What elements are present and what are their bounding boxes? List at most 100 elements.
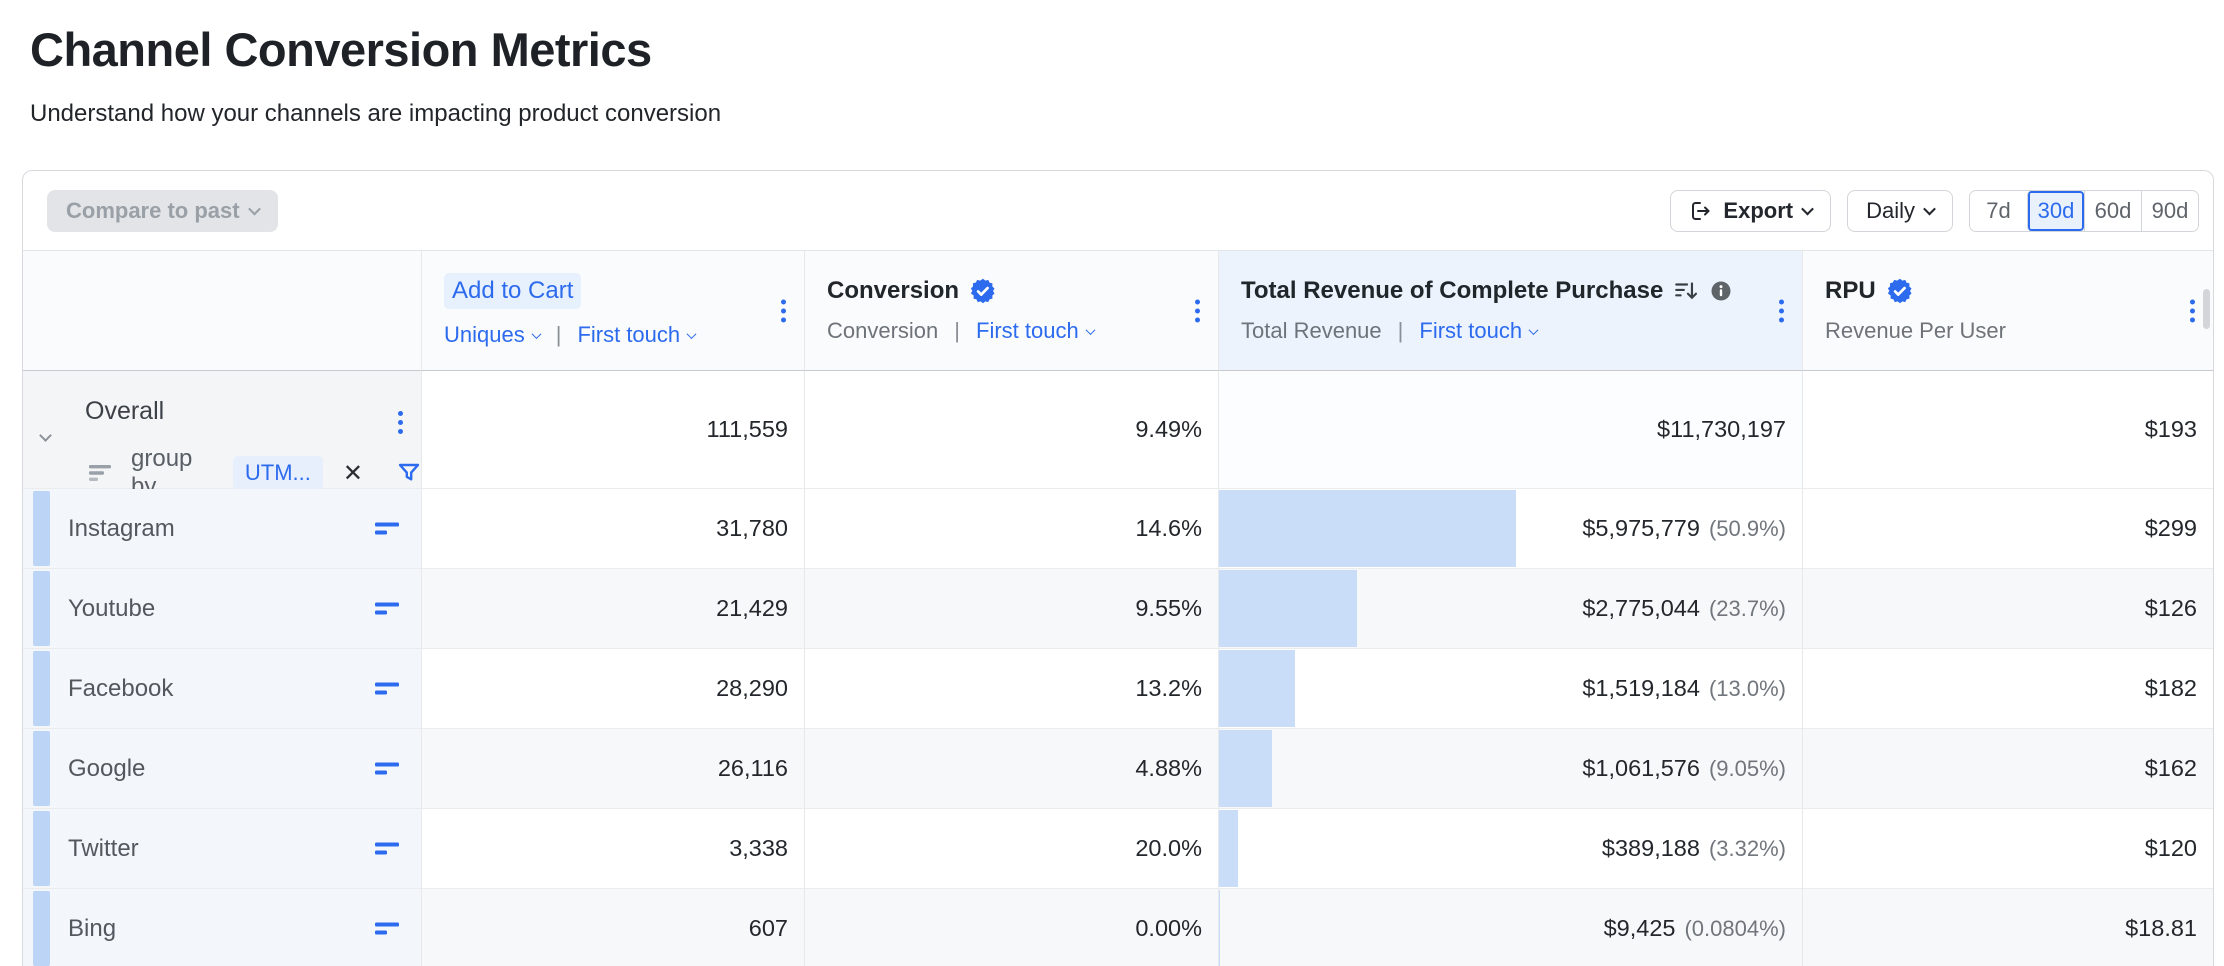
chevron-down-icon [1529,325,1539,335]
separator: | [948,318,966,344]
attribution-dropdown[interactable]: First touch [577,322,695,348]
add-to-cart-value[interactable]: 3,338 [421,809,804,889]
revenue-value-cell[interactable]: $389,188 (3.32%) [1218,809,1802,889]
compare-to-past-button[interactable]: Compare to past [47,190,278,232]
conversion-value[interactable]: 13.2% [804,649,1218,729]
revenue-value-cell[interactable]: $1,519,184 (13.0%) [1218,649,1802,729]
column-menu-kebab-icon[interactable] [781,299,786,322]
conversion-value[interactable]: 14.6% [804,489,1218,569]
rpu-value[interactable]: $162 [1802,729,2213,809]
row-menu-kebab-icon[interactable] [398,411,403,434]
range-60d-button[interactable]: 60d [2084,191,2141,231]
segment-bars-icon[interactable] [375,519,401,539]
add-to-cart-value[interactable]: 31,780 [421,489,804,569]
metric-type-dropdown[interactable]: Uniques [444,322,540,348]
remove-group-by-icon[interactable]: ✕ [339,459,367,488]
revenue-value-cell[interactable]: $1,061,576 (9.05%) [1218,729,1802,809]
metric-type-label: Conversion [827,318,938,344]
revenue-value: $9,425 [1604,915,1676,942]
channel-row-label-cell[interactable]: Facebook [23,649,421,729]
add-to-cart-value[interactable]: 26,116 [421,729,804,809]
export-button[interactable]: Export [1670,190,1831,232]
sort-descending-icon[interactable] [1673,278,1699,304]
segment-bars-icon[interactable] [375,679,401,699]
toolbar-right-group: Export Daily 7d 30d 60d 90d [1670,190,2199,232]
date-range-segmented-control: 7d 30d 60d 90d [1969,190,2199,232]
conversion-value[interactable]: 0.00% [804,889,1218,966]
chevron-down-icon [687,329,697,339]
row-label: Bing [68,915,116,943]
rpu-value[interactable]: $299 [1802,489,2213,569]
row-color-strip [33,811,50,886]
segment-bars-icon[interactable] [375,599,401,619]
add-to-cart-value[interactable]: 21,429 [421,569,804,649]
collapse-chevron-icon[interactable] [39,429,52,442]
overall-label: Overall [85,397,164,426]
group-by-utm-chip[interactable]: UTM... [233,456,323,490]
segment-bars-icon[interactable] [375,839,401,859]
segment-bars-icon[interactable] [375,759,401,779]
rpu-title: RPU [1825,277,1876,305]
revenue-value-cell[interactable]: $9,425 (0.0804%) [1218,889,1802,966]
overall-revenue-value[interactable]: $11,730,197 [1218,371,1802,489]
overall-add-to-cart-value[interactable]: 111,559 [421,371,804,489]
overall-row-label-cell[interactable]: Overall group by UTM... ✕ [23,371,421,489]
total-revenue-title: Total Revenue of Complete Purchase [1241,277,1663,305]
range-30d-button[interactable]: 30d [2027,191,2084,231]
row-label: Google [68,755,145,783]
conversion-value[interactable]: 20.0% [804,809,1218,889]
range-7d-button[interactable]: 7d [1970,191,2027,231]
overall-rpu-value[interactable]: $193 [1802,371,2213,489]
rpu-value[interactable]: $126 [1802,569,2213,649]
metrics-table: Add to Cart Uniques | First touch Conver… [23,251,2213,966]
attribution-dropdown[interactable]: First touch [1419,318,1537,344]
revenue-value: $389,188 [1602,835,1700,862]
filter-funnel-icon[interactable] [397,461,421,485]
row-label: Facebook [68,675,173,703]
chevron-down-icon [248,203,261,216]
column-menu-kebab-icon[interactable] [1779,299,1784,322]
row-color-strip [33,571,50,646]
interval-label: Daily [1866,198,1915,224]
row-label: Instagram [68,515,175,543]
row-color-strip [33,651,50,726]
channel-row-label-cell[interactable]: Youtube [23,569,421,649]
range-90d-button[interactable]: 90d [2141,191,2198,231]
conversion-value[interactable]: 4.88% [804,729,1218,809]
info-icon[interactable] [1709,279,1733,303]
interval-dropdown[interactable]: Daily [1847,190,1953,232]
revenue-bar [1219,490,1516,567]
revenue-value-cell[interactable]: $5,975,779 (50.9%) [1218,489,1802,569]
column-header-conversion: Conversion Conversion | First touch [804,251,1218,371]
column-menu-kebab-icon[interactable] [1195,299,1200,322]
conversion-value[interactable]: 9.55% [804,569,1218,649]
chevron-down-icon [1085,325,1095,335]
column-subtitle: Conversion | First touch [827,318,1218,344]
column-menu-kebab-icon[interactable] [2190,299,2195,322]
conversion-title: Conversion [827,277,959,305]
rpu-value[interactable]: $182 [1802,649,2213,729]
revenue-value: $2,775,044 [1582,595,1700,622]
overall-conversion-value[interactable]: 9.49% [804,371,1218,489]
panel-toolbar: Compare to past Export Dai [23,171,2213,251]
add-to-cart-value[interactable]: 28,290 [421,649,804,729]
attribution-dropdown[interactable]: First touch [976,318,1094,344]
channel-row-label-cell[interactable]: Twitter [23,809,421,889]
revenue-value-cell[interactable]: $2,775,044 (23.7%) [1218,569,1802,649]
vertical-scrollbar[interactable] [2203,289,2210,329]
chevron-down-icon [1801,203,1814,216]
channel-row-label-cell[interactable]: Google [23,729,421,809]
chevron-down-icon [531,329,541,339]
row-color-strip [33,891,50,966]
rpu-value[interactable]: $120 [1802,809,2213,889]
revenue-share: (3.32%) [1709,836,1786,862]
revenue-value: $1,519,184 [1582,675,1700,702]
channel-row-label-cell[interactable]: Instagram [23,489,421,569]
rpu-value[interactable]: $18.81 [1802,889,2213,966]
add-to-cart-title[interactable]: Add to Cart [444,273,581,309]
segment-bars-icon[interactable] [375,919,401,939]
channel-conversion-dashboard: Channel Conversion Metrics Understand ho… [0,0,2224,966]
add-to-cart-value[interactable]: 607 [421,889,804,966]
export-label: Export [1723,198,1793,224]
channel-row-label-cell[interactable]: Bing [23,889,421,966]
